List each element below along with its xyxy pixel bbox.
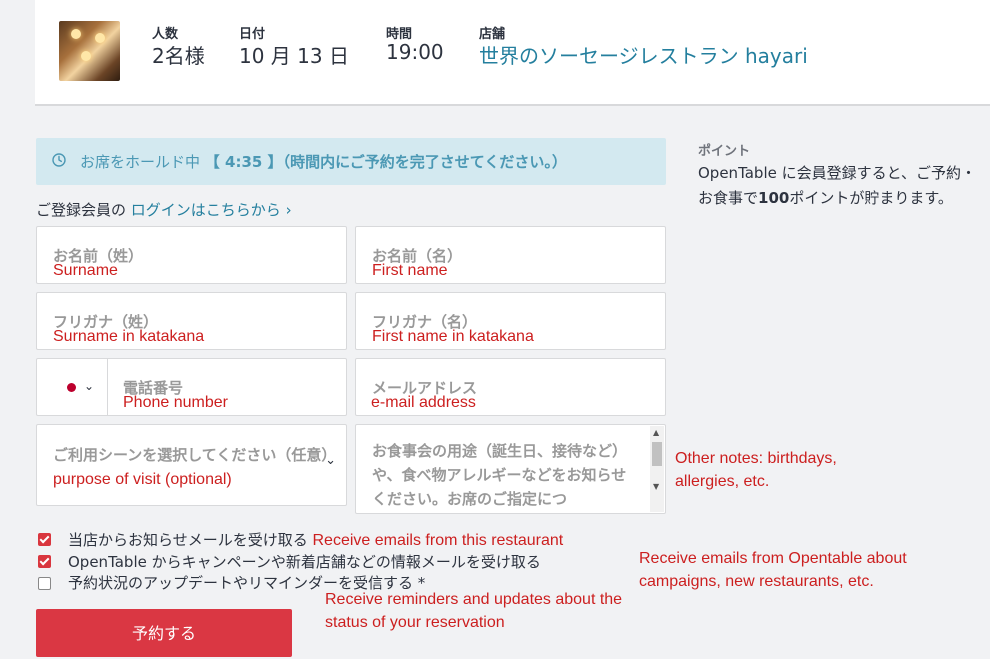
opentable-emails-checkbox[interactable] xyxy=(38,555,51,568)
restaurant-emails-label-text: 当店からお知らせメールを受け取る xyxy=(68,531,308,549)
restaurant-thumbnail xyxy=(59,21,120,81)
points-amount: 100 xyxy=(758,189,790,207)
first-name-kana-annotation: First name in katakana xyxy=(372,328,534,345)
notes-annotation: Other notes: birthdays, allergies, etc. xyxy=(675,450,837,490)
chevron-down-icon: ⌄ xyxy=(325,453,336,468)
last-name-annotation: Surname xyxy=(53,262,118,279)
login-prompt: ご登録会員の ログインはこちらから › xyxy=(36,199,292,220)
opentable-emails-annotation: Receive emails from Opentable about camp… xyxy=(639,550,907,590)
special-requests-textarea[interactable]: お食事会の用途（誕生日、接待など）や、食べ物アレルギーなどをお知らせください。お… xyxy=(355,424,666,514)
hold-instruction: （時間内にご予約を完了させてください。） xyxy=(282,153,567,171)
occasion-select[interactable]: ご利用シーンを選択してください（任意） purpose of visit (opt… xyxy=(36,424,347,506)
scrollbar-thumb[interactable] xyxy=(652,442,662,466)
reminders-annotation: Receive reminders and updates about the … xyxy=(325,591,623,631)
time-value: 19:00 xyxy=(386,40,444,64)
occasion-placeholder-text: ご利用シーンを選択してください（任意） xyxy=(53,446,337,464)
special-requests-placeholder: お食事会の用途（誕生日、接待など）や、食べ物アレルギーなどをお知らせください。お… xyxy=(372,442,628,508)
last-name-kana-field[interactable]: フリガナ（姓） Surname in katakana xyxy=(36,292,347,350)
first-name-field[interactable]: お名前（名） First name xyxy=(355,226,666,284)
restaurant-emails-checkbox[interactable] xyxy=(38,533,51,546)
occasion-annotation: purpose of visit (optional) xyxy=(53,471,232,488)
last-name-field[interactable]: お名前（姓） Surname xyxy=(36,226,347,284)
first-name-kana-field[interactable]: フリガナ（名） First name in katakana xyxy=(355,292,666,350)
phone-field[interactable]: ⌄ 電話番号 Phone number xyxy=(36,358,347,416)
textarea-scrollbar[interactable]: ▲ ▼ xyxy=(650,426,664,512)
phone-annotation: Phone number xyxy=(123,394,228,411)
login-link[interactable]: ログインはこちらから › xyxy=(131,201,292,219)
clock-icon xyxy=(52,153,66,167)
restaurant-emails-label: 当店からお知らせメールを受け取る Receive emails from thi… xyxy=(68,529,563,550)
reminders-checkbox[interactable] xyxy=(38,577,51,590)
date-value: 10 月 13 日 xyxy=(239,44,349,68)
restaurant-name-link[interactable]: 世界のソーセージレストラン hayari xyxy=(479,40,808,69)
reserve-button[interactable]: 予約する xyxy=(36,609,292,657)
hold-timer-text: お席をホールド中 【 4:35 】（時間内にご予約を完了させてください。） xyxy=(80,151,567,172)
email-annotation: e-mail address xyxy=(371,394,476,411)
hold-timer-banner: お席をホールド中 【 4:35 】（時間内にご予約を完了させてください。） xyxy=(36,138,666,185)
hold-prefix: お席をホールド中 xyxy=(80,153,201,171)
last-name-kana-annotation: Surname in katakana xyxy=(53,328,205,345)
country-code-select[interactable]: ⌄ xyxy=(37,359,108,415)
points-title: ポイント xyxy=(698,144,751,159)
occasion-placeholder: ご利用シーンを選択してください（任意） purpose of visit (opt… xyxy=(53,443,337,492)
opentable-emails-label: OpenTable からキャンペーンや新着店舗などの情報メールを受け取る xyxy=(68,553,541,571)
hold-countdown: 【 4:35 】 xyxy=(204,153,283,171)
login-prefix: ご登録会員の xyxy=(36,201,127,219)
restaurant-emails-annotation: Receive emails from this restaurant xyxy=(312,532,564,549)
first-name-annotation: First name xyxy=(372,262,448,279)
scroll-up-icon[interactable]: ▲ xyxy=(653,428,659,437)
scroll-down-icon[interactable]: ▼ xyxy=(653,482,659,491)
party-size-value: 2名様 xyxy=(152,44,205,68)
email-field[interactable]: メールアドレス e-mail address xyxy=(355,358,666,416)
chevron-down-icon: ⌄ xyxy=(84,379,95,393)
points-text-suffix: ポイントが貯まります。 xyxy=(789,189,953,207)
points-description: OpenTable に会員登録すると、ご予約・お食事で100ポイントが貯まります… xyxy=(698,161,983,211)
japan-flag-icon xyxy=(67,383,76,392)
